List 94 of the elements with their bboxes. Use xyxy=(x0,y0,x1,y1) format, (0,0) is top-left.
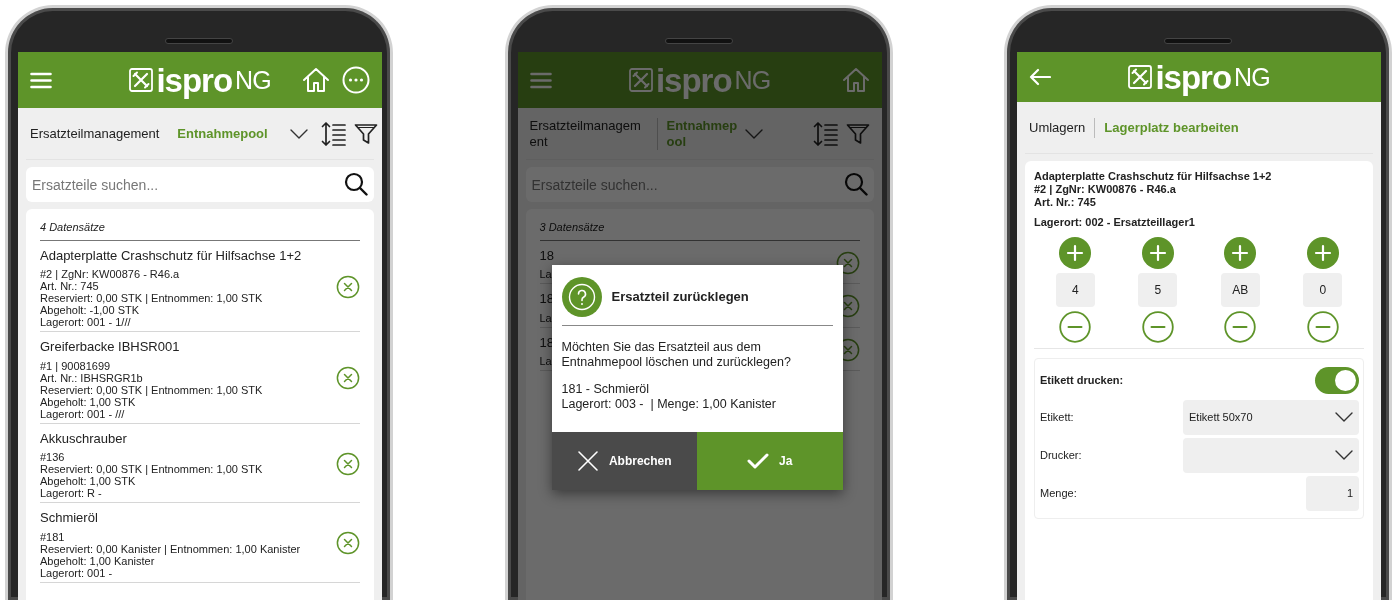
breadcrumb-current: Entnahmepool xyxy=(177,124,268,143)
quantity-field[interactable]: 1 xyxy=(1306,475,1359,511)
record-count: 4 Datensätze xyxy=(40,217,360,241)
home-icon[interactable] xyxy=(841,67,870,93)
logo-suffix: NG xyxy=(235,67,271,93)
dialog-detail: Lagerort: 003 - | Menge: 1,00 Kanister xyxy=(561,397,777,412)
article-detail: Adapterplatte Crashschutz für Hilfsachse 1+2 xyxy=(1034,170,1273,183)
menu-icon[interactable] xyxy=(529,71,552,89)
close-circle-icon[interactable] xyxy=(835,250,860,275)
storage-location: Lagerort: 002 - Ersatzteillager1 xyxy=(1034,215,1196,230)
item-detail: Abgeholt: -1,00 STK xyxy=(40,304,140,316)
minus-circle-icon[interactable] xyxy=(1059,310,1092,343)
digit-field[interactable]: 4 xyxy=(1055,272,1095,307)
search-icon[interactable] xyxy=(344,172,368,196)
item-detail: Art. Nr.: IBHSRGR1b xyxy=(40,371,143,384)
print-label: Etikett drucken: xyxy=(1040,372,1124,388)
item-title[interactable]: Greiferbacke IBHSR001 xyxy=(40,337,180,357)
close-icon xyxy=(576,450,599,472)
breadcrumb-current: Lagerplatz bearbeiten xyxy=(1104,118,1239,137)
item-detail: La xyxy=(539,268,552,280)
toggle-switch[interactable] xyxy=(1315,366,1359,394)
item-detail: Lagerort: 001 - 1/// xyxy=(40,316,131,328)
back-arrow-icon[interactable] xyxy=(1029,68,1051,86)
logo-tools-icon xyxy=(1128,65,1153,89)
article-detail: #2 | ZgNr: KW00876 - R46.a xyxy=(1034,183,1177,196)
check-icon xyxy=(747,453,770,469)
record-count: 3 Datensätze xyxy=(539,217,860,241)
breadcrumb-link[interactable]: Ersatzteilmanagement xyxy=(30,123,160,144)
logo-wordmark: ispro xyxy=(655,63,732,97)
select-field[interactable] xyxy=(1183,437,1359,473)
item-detail: Lagerort: 001 - xyxy=(40,566,113,579)
field-label: Etikett: xyxy=(1040,409,1074,425)
confirm-button[interactable]: Ja xyxy=(697,432,843,490)
select-value: Etikett 50x70 xyxy=(1189,409,1253,425)
item-detail: #136 xyxy=(40,451,65,463)
item-detail: #181 xyxy=(40,530,65,543)
item-detail: Abgeholt: 1,00 Kanister xyxy=(40,554,155,567)
item-detail: Reserviert: 0,00 STK | Entnommen: 1,00 STK xyxy=(40,292,263,304)
speaker-slot xyxy=(1164,38,1232,44)
item-title[interactable]: Schmieröl xyxy=(40,508,98,528)
item-detail: Reserviert: 0,00 STK | Entnommen: 1,00 STK xyxy=(40,463,263,475)
select-field[interactable]: Etikett 50x70 xyxy=(1183,399,1359,435)
question-circle-icon xyxy=(561,277,602,317)
breadcrumb-current: Entnahmepool xyxy=(666,117,739,150)
item-detail: Reserviert: 0,00 STK | Entnommen: 1,00 STK xyxy=(40,383,263,396)
item-detail: La xyxy=(539,311,552,324)
speaker-slot xyxy=(664,38,733,44)
item-title[interactable]: 18 xyxy=(539,245,554,265)
chevron-down-icon xyxy=(1335,412,1353,422)
dialog-message: Möchten Sie das Ersatzteil aus dem Entnahmepool löschen und zurücklegen? xyxy=(560,339,792,370)
search-field[interactable]: Ersatzteile suchen... xyxy=(26,167,374,202)
dialog-title: Ersatzteil zurücklegen xyxy=(611,288,749,307)
chevron-down-icon xyxy=(1335,450,1353,460)
breadcrumb-link[interactable]: Umlagern xyxy=(1029,117,1086,138)
digit-field[interactable]: 0 xyxy=(1303,272,1343,307)
digit-field[interactable]: 5 xyxy=(1138,272,1178,307)
item-detail: Abgeholt: 1,00 STK xyxy=(40,395,136,408)
minus-circle-icon[interactable] xyxy=(1141,310,1174,343)
item-detail: Lagerort: R - xyxy=(40,487,102,499)
item-detail: #1 | 90081699 xyxy=(40,359,111,372)
article-detail: Art. Nr.: 745 xyxy=(1034,196,1097,209)
cancel-button[interactable]: Abbrechen xyxy=(551,432,697,490)
plus-circle-icon[interactable] xyxy=(1306,236,1339,269)
item-title[interactable]: Adapterplatte Crashschutz für Hilfsachse 1+2 xyxy=(40,245,302,265)
sort-icon[interactable] xyxy=(319,120,346,147)
dropdown-chevron-icon[interactable] xyxy=(289,128,308,139)
item-detail: Abgeholt: 1,00 STK xyxy=(40,475,136,487)
digit-field[interactable]: AB xyxy=(1220,272,1260,307)
plus-circle-icon[interactable] xyxy=(1059,236,1092,269)
item-detail: Art. Nr.: 745 xyxy=(40,280,99,292)
item-detail: Reserviert: 0,00 Kanister | Entnommen: 1,00 Kanister xyxy=(40,542,301,555)
minus-circle-icon[interactable] xyxy=(1306,310,1339,343)
item-detail: Lagerort: 001 - /// xyxy=(40,407,125,420)
logo-suffix: NG xyxy=(1234,64,1270,90)
field-label: Drucker: xyxy=(1040,447,1082,463)
logo-suffix: NG xyxy=(734,67,771,93)
minus-circle-icon[interactable] xyxy=(1224,310,1257,343)
search-field[interactable]: Ersatzteile suchen... xyxy=(525,167,874,202)
item-detail: #2 | ZgNr: KW00876 - R46.a xyxy=(40,268,180,280)
more-icon[interactable] xyxy=(342,66,370,94)
home-icon[interactable] xyxy=(302,67,330,93)
item-title[interactable]: Akkuschrauber xyxy=(40,428,127,448)
speaker-slot xyxy=(165,38,233,44)
logo-tools-icon xyxy=(628,68,653,92)
logo-wordmark: ispro xyxy=(1155,60,1232,94)
field-label: Menge: xyxy=(1040,485,1077,501)
menu-icon[interactable] xyxy=(30,71,52,89)
item-detail: La xyxy=(539,355,552,367)
logo-tools-icon xyxy=(129,68,154,92)
logo-wordmark: ispro xyxy=(156,63,233,97)
filter-icon[interactable] xyxy=(353,122,378,145)
plus-circle-icon[interactable] xyxy=(1141,236,1174,269)
plus-circle-icon[interactable] xyxy=(1224,236,1257,269)
dialog-detail: 181 - Schmieröl xyxy=(561,382,651,397)
